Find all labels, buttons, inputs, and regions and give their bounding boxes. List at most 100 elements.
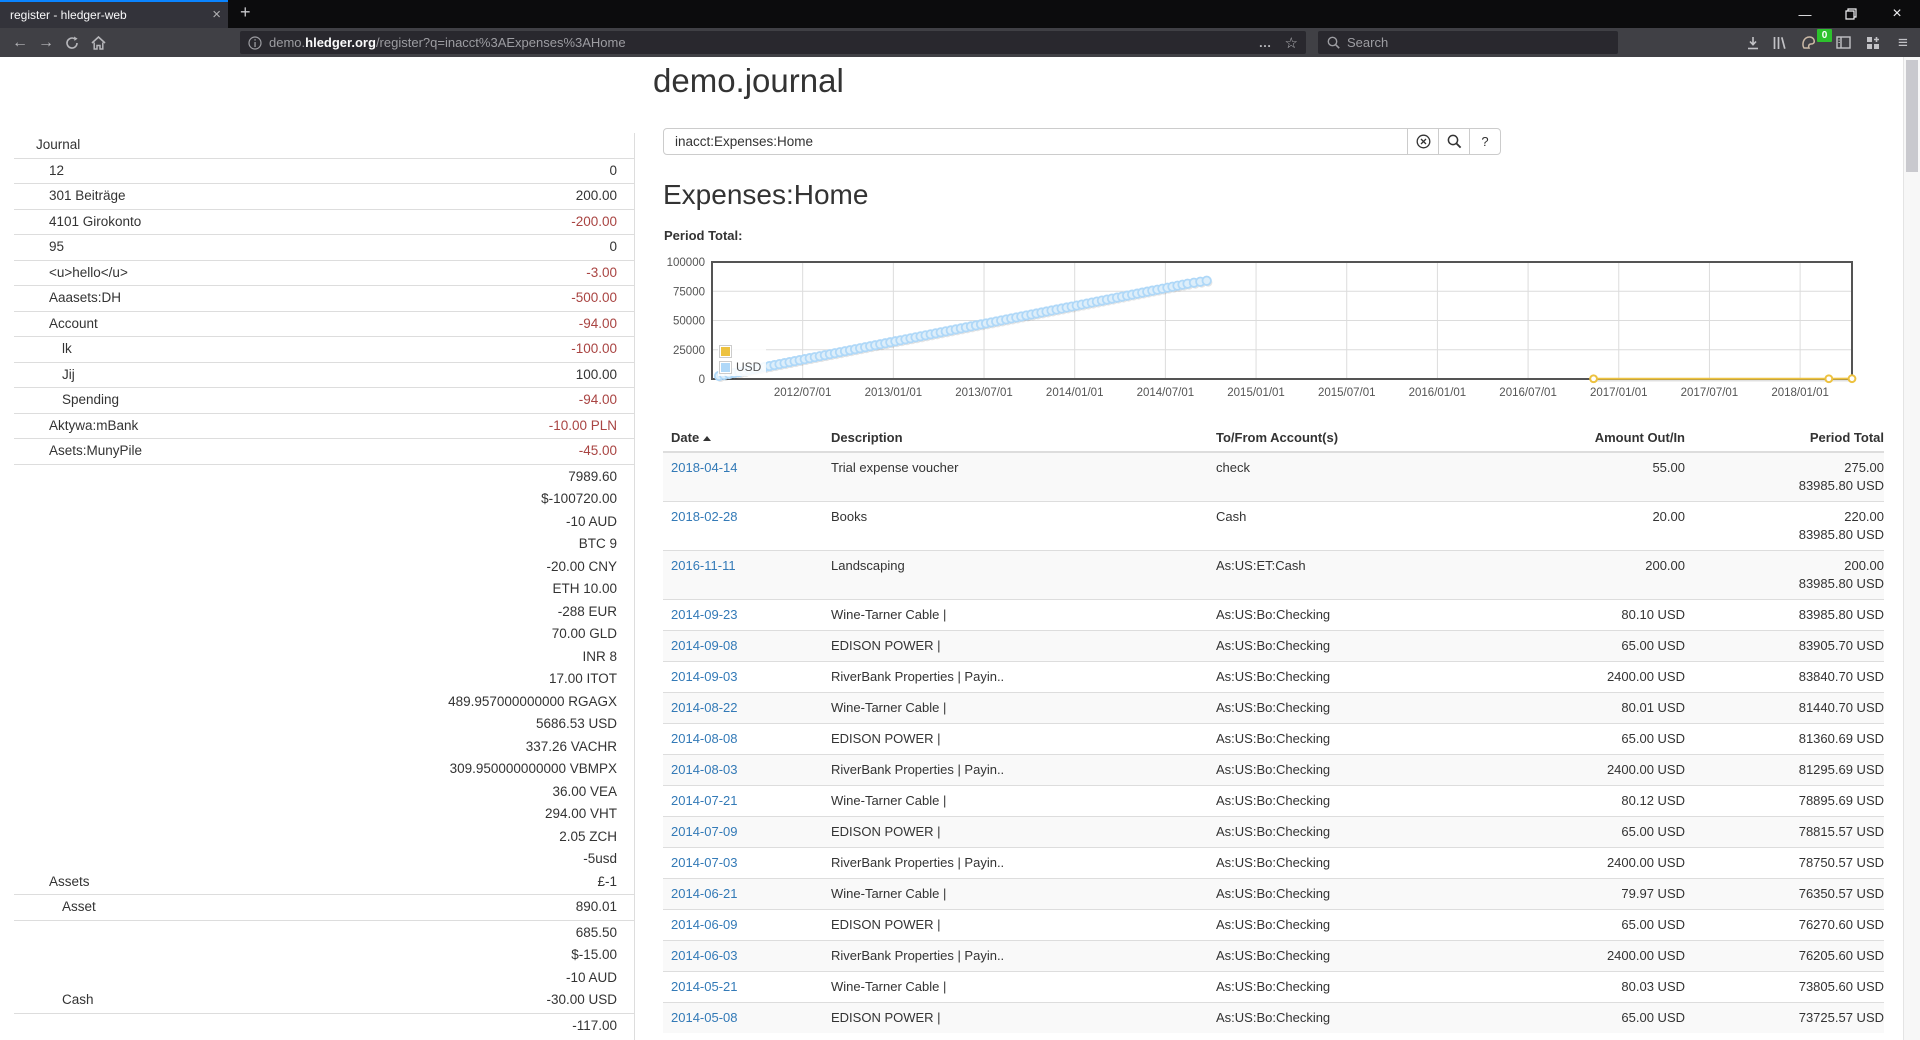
column-header-description[interactable]: Description [823,424,1208,452]
sidebar-account-link[interactable]: 12 [14,160,64,183]
transaction-date-link[interactable]: 2014-08-22 [671,700,738,715]
account-balance: 5686.53 USD [448,713,617,736]
sidebar-account-link[interactable]: Aktywa:mBank [14,415,138,438]
account-balance: 890.01 [576,896,617,919]
transaction-date-link[interactable]: 2014-07-09 [671,824,738,839]
transaction-date-link[interactable]: 2014-06-03 [671,948,738,963]
bookmark-star-icon[interactable]: ☆ [1285,34,1298,52]
svg-text:2014/07/01: 2014/07/01 [1137,387,1195,399]
transaction-period-total: 78895.69 USD [1693,786,1884,817]
sidebar-account-link[interactable]: Asets:MunyPile [14,440,142,463]
sidebar-account-link[interactable]: Assets [14,871,90,894]
transaction-accounts: check [1208,452,1528,502]
url-path: /register?q=inacct%3AExpenses%3AHome [376,35,626,50]
download-icon[interactable] [1740,31,1766,54]
period-total-chart: 02500050000750001000002012/07/012013/01/… [663,252,1884,417]
column-header-date[interactable]: Date [663,424,823,452]
reload-icon[interactable] [60,31,84,54]
column-header-accounts[interactable]: To/From Account(s) [1208,424,1528,452]
transaction-description: EDISON POWER | [823,817,1208,848]
back-icon[interactable]: ← [8,31,32,54]
window-restore-icon[interactable] [1828,0,1874,28]
column-header-period-total[interactable]: Period Total [1693,424,1884,452]
tab-bar: register - hledger-web × + — × [0,0,1920,28]
sidebar-account-link[interactable]: Spending [14,389,119,412]
account-balance: 70.00 GLD [448,623,617,646]
library-icon[interactable] [1766,31,1792,54]
query-input[interactable] [663,128,1408,155]
sidebar-account-link[interactable]: Aaasets:DH [14,287,121,310]
sidebar-account-link[interactable]: 301 Beiträge [14,185,126,208]
transaction-date-link[interactable]: 2016-11-11 [671,558,736,573]
sidebar-account-link[interactable]: lk [14,338,72,361]
transaction-date-link[interactable]: 2014-05-08 [671,1010,738,1025]
register-row: 2014-06-03RiverBank Properties | Payin..… [663,941,1884,972]
register-row: 2018-02-28BooksCash20.00220.0083985.80 U… [663,502,1884,551]
apps-grid-icon[interactable] [1860,31,1886,54]
svg-text:0: 0 [699,374,705,386]
transaction-date-link[interactable]: 2014-08-03 [671,762,738,777]
account-balances: 0 [609,160,634,183]
site-info-icon[interactable] [248,36,262,50]
home-icon[interactable] [86,31,110,54]
transaction-date-link[interactable]: 2014-06-09 [671,917,738,932]
transaction-date-link[interactable]: 2014-06-21 [671,886,738,901]
browser-search-field[interactable]: Search [1318,31,1618,54]
register-row: 2014-08-22Wine-Tarner Cable |As:US:Bo:Ch… [663,693,1884,724]
new-tab-button[interactable]: + [240,2,251,23]
transaction-description: Wine-Tarner Cable | [823,693,1208,724]
menu-icon[interactable]: ≡ [1890,31,1916,54]
sidebar-row: 4101 Girokonto-200.00 [14,209,634,235]
sidebar-account-link[interactable]: <u>hello</u> [14,262,128,285]
transaction-accounts: As:US:Bo:Checking [1208,1003,1528,1034]
clear-query-button[interactable] [1407,128,1439,155]
svg-text:2015/07/01: 2015/07/01 [1318,387,1376,399]
browser-window: register - hledger-web × + — × ← → demo.… [0,0,1920,1040]
window-minimize-button[interactable]: — [1782,0,1828,28]
page-actions-icon[interactable]: … [1259,35,1273,50]
transaction-amount: 2400.00 USD [1528,755,1693,786]
transaction-date-link[interactable]: 2014-09-08 [671,638,738,653]
sidebar-account-link[interactable]: 95 [14,236,64,259]
account-balances: 890.01 [576,896,634,919]
scrollbar-thumb[interactable] [1906,60,1918,172]
register-row: 2014-08-08EDISON POWER |As:US:Bo:Checkin… [663,724,1884,755]
transaction-date-link[interactable]: 2014-07-21 [671,793,738,808]
transaction-date-link[interactable]: 2014-05-21 [671,979,738,994]
transaction-period-total: 83985.80 USD [1693,600,1884,631]
account-balance: 2.05 ZCH [448,826,617,849]
browser-tab[interactable]: register - hledger-web × [0,0,228,28]
url-bar[interactable]: demo.hledger.org/register?q=inacct%3AExp… [240,31,1306,54]
account-balance: $-15.00 [546,944,617,967]
tab-close-icon[interactable]: × [212,6,221,23]
sidebar-row: Spending-94.00 [14,387,634,413]
sidebar-account-link[interactable]: Asset [14,896,96,919]
transaction-date-link[interactable]: 2014-08-08 [671,731,738,746]
forward-icon[interactable]: → [34,31,58,54]
sidebar-account-link[interactable]: 4101 Girokonto [14,211,141,234]
column-header-amount[interactable]: Amount Out/In [1528,424,1693,452]
svg-text:2012/07/01: 2012/07/01 [774,387,832,399]
transaction-date-link[interactable]: 2018-02-28 [671,509,738,524]
page-scrollbar[interactable] [1903,57,1920,1040]
transaction-accounts: As:US:Bo:Checking [1208,755,1528,786]
svg-text:75000: 75000 [673,286,705,298]
register-row: 2014-05-08EDISON POWER |As:US:Bo:Checkin… [663,1003,1884,1034]
sidebar-journal-heading[interactable]: Journal [14,134,80,157]
transaction-date-link[interactable]: 2014-09-23 [671,607,738,622]
transaction-description: EDISON POWER | [823,724,1208,755]
sidebar-toggle-icon[interactable] [1830,31,1856,54]
sidebar-account-link[interactable]: Cash [14,989,94,1012]
transaction-accounts: As:US:Bo:Checking [1208,848,1528,879]
register-row: 2014-09-23Wine-Tarner Cable |As:US:Bo:Ch… [663,600,1884,631]
sidebar-account-link[interactable]: Jij [14,364,75,387]
transaction-date-link[interactable]: 2014-07-03 [671,855,738,870]
account-balance: ETH 10.00 [448,578,617,601]
transaction-date-link[interactable]: 2014-09-03 [671,669,738,684]
transaction-date-link[interactable]: 2018-04-14 [671,460,738,475]
search-submit-button[interactable] [1438,128,1470,155]
sidebar-account-link[interactable]: Account [14,313,98,336]
window-close-button[interactable]: × [1874,0,1920,28]
search-help-button[interactable]: ? [1469,128,1501,155]
transaction-accounts: As:US:Bo:Checking [1208,910,1528,941]
